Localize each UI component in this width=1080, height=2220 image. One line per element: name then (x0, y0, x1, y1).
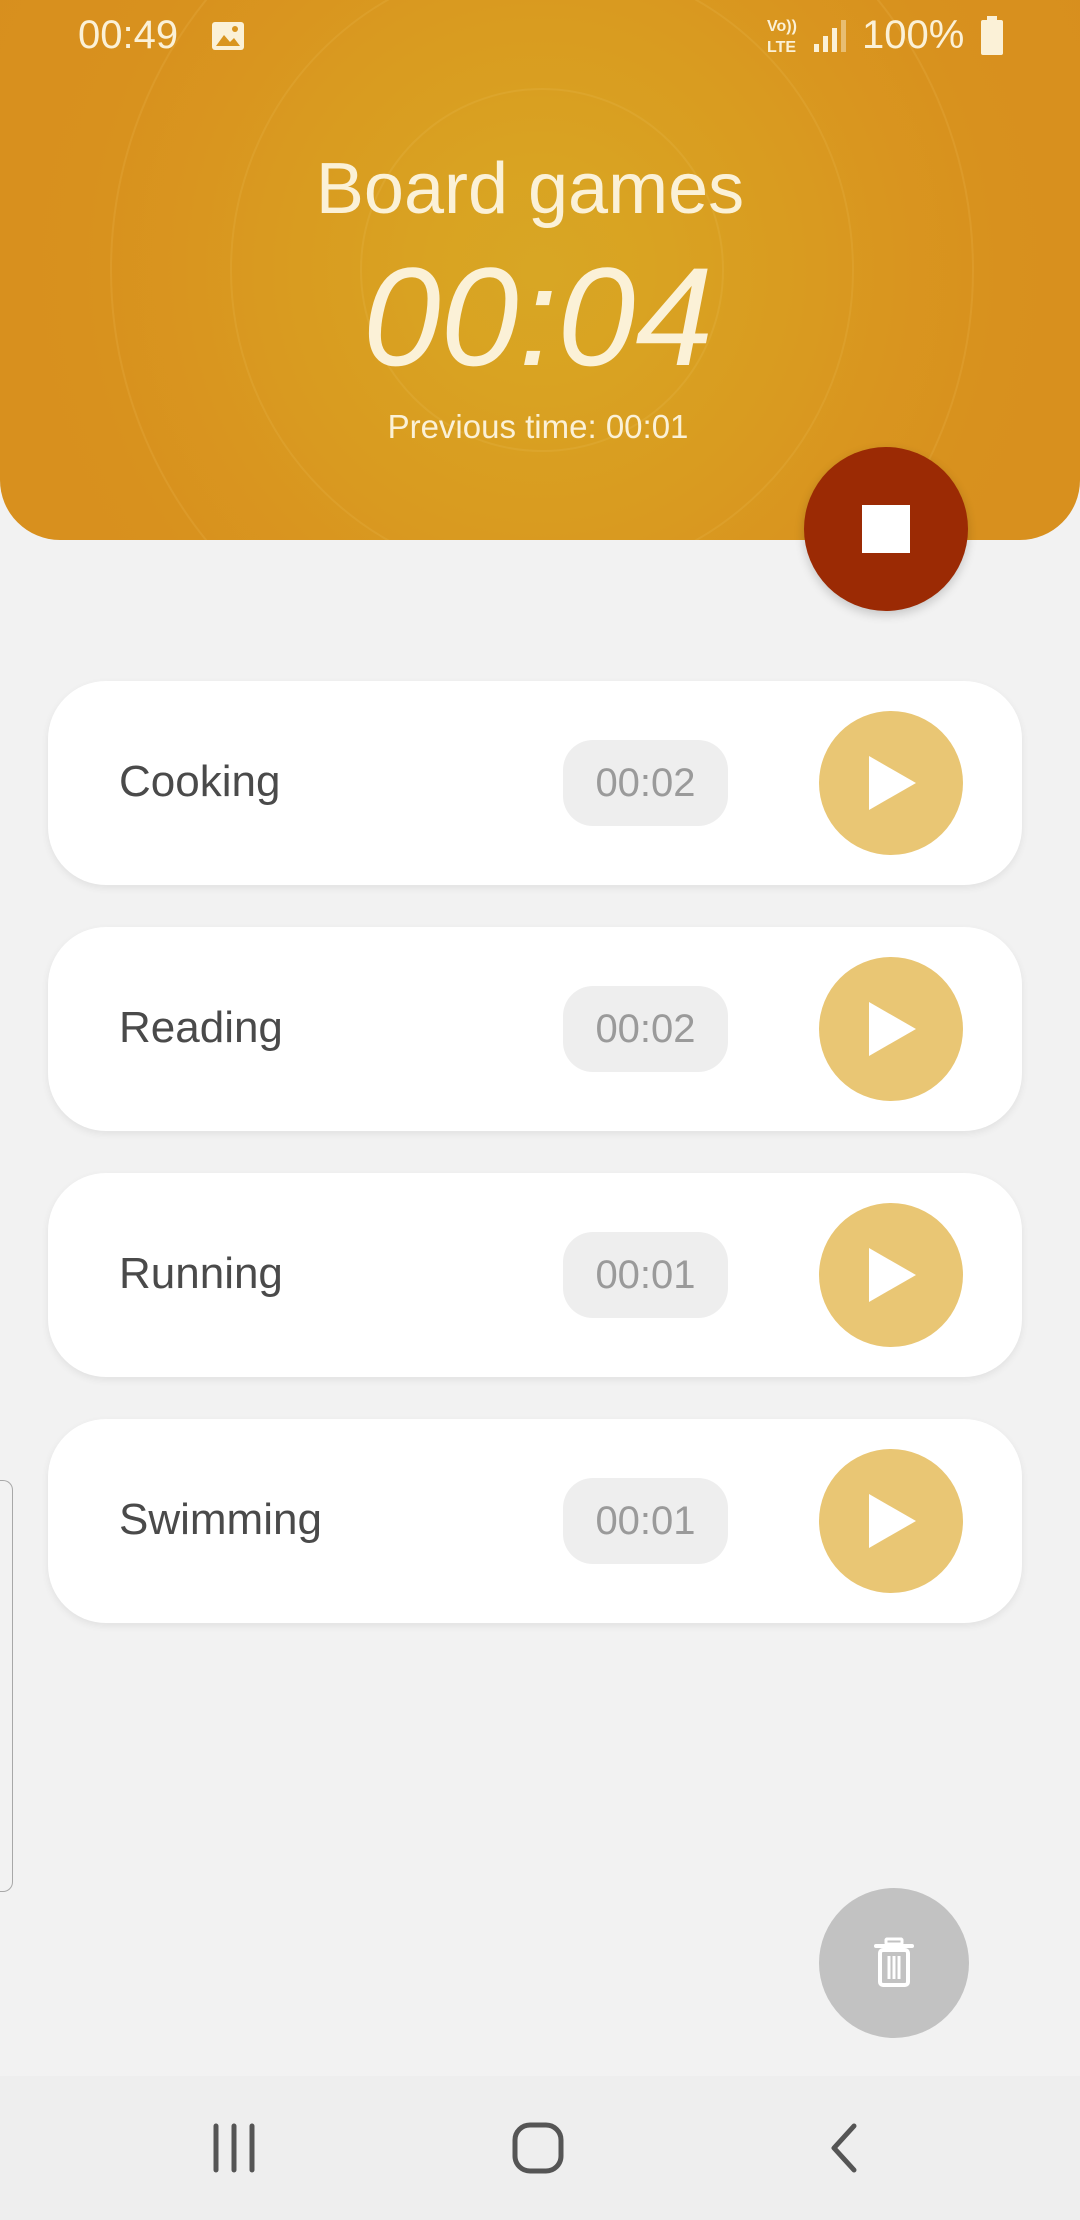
activity-card-cooking[interactable]: Cooking 00:02 (48, 681, 1022, 885)
activity-time: 00:02 (563, 986, 728, 1072)
battery-icon (981, 16, 1003, 55)
play-button[interactable] (819, 711, 963, 855)
activity-card-reading[interactable]: Reading 00:02 (48, 927, 1022, 1131)
play-button[interactable] (819, 957, 963, 1101)
activity-time: 00:01 (563, 1232, 728, 1318)
activity-name: Cooking (119, 757, 281, 806)
svg-text:Vo)): Vo)) (767, 18, 797, 35)
activity-time: 00:02 (563, 740, 728, 826)
back-icon[interactable] (818, 2120, 874, 2176)
play-icon (869, 1002, 916, 1056)
delete-button[interactable] (819, 1888, 969, 2038)
play-button[interactable] (819, 1203, 963, 1347)
active-activity-title: Board games (315, 149, 745, 229)
battery-percent: 100% (862, 13, 965, 57)
play-icon (869, 756, 916, 810)
stop-button[interactable] (804, 447, 968, 611)
volte-icon: Vo)) LTE (767, 18, 797, 56)
stop-icon (862, 505, 910, 553)
play-icon (869, 1248, 916, 1302)
trash-icon (874, 1937, 914, 1987)
activity-time: 00:01 (563, 1478, 728, 1564)
edge-panel-handle[interactable] (0, 1480, 13, 1892)
activity-card-swimming[interactable]: Swimming 00:01 (48, 1419, 1022, 1623)
active-timer: 00:04 (362, 238, 714, 395)
play-icon (869, 1494, 916, 1548)
activity-name: Swimming (119, 1495, 322, 1544)
home-icon[interactable] (510, 2120, 566, 2176)
activity-name: Reading (119, 1003, 283, 1052)
image-icon (212, 22, 244, 50)
svg-text:LTE: LTE (767, 39, 796, 56)
activity-card-running[interactable]: Running 00:01 (48, 1173, 1022, 1377)
status-bar: 00:49 Vo)) LTE 100% (0, 0, 1080, 72)
navigation-bar (0, 2076, 1080, 2220)
status-time: 00:49 (78, 13, 179, 57)
previous-time: Previous time: 00:01 (387, 408, 689, 445)
activity-name: Running (119, 1249, 283, 1298)
recent-apps-icon[interactable] (208, 2120, 264, 2176)
signal-icon (814, 20, 846, 52)
play-button[interactable] (819, 1449, 963, 1593)
